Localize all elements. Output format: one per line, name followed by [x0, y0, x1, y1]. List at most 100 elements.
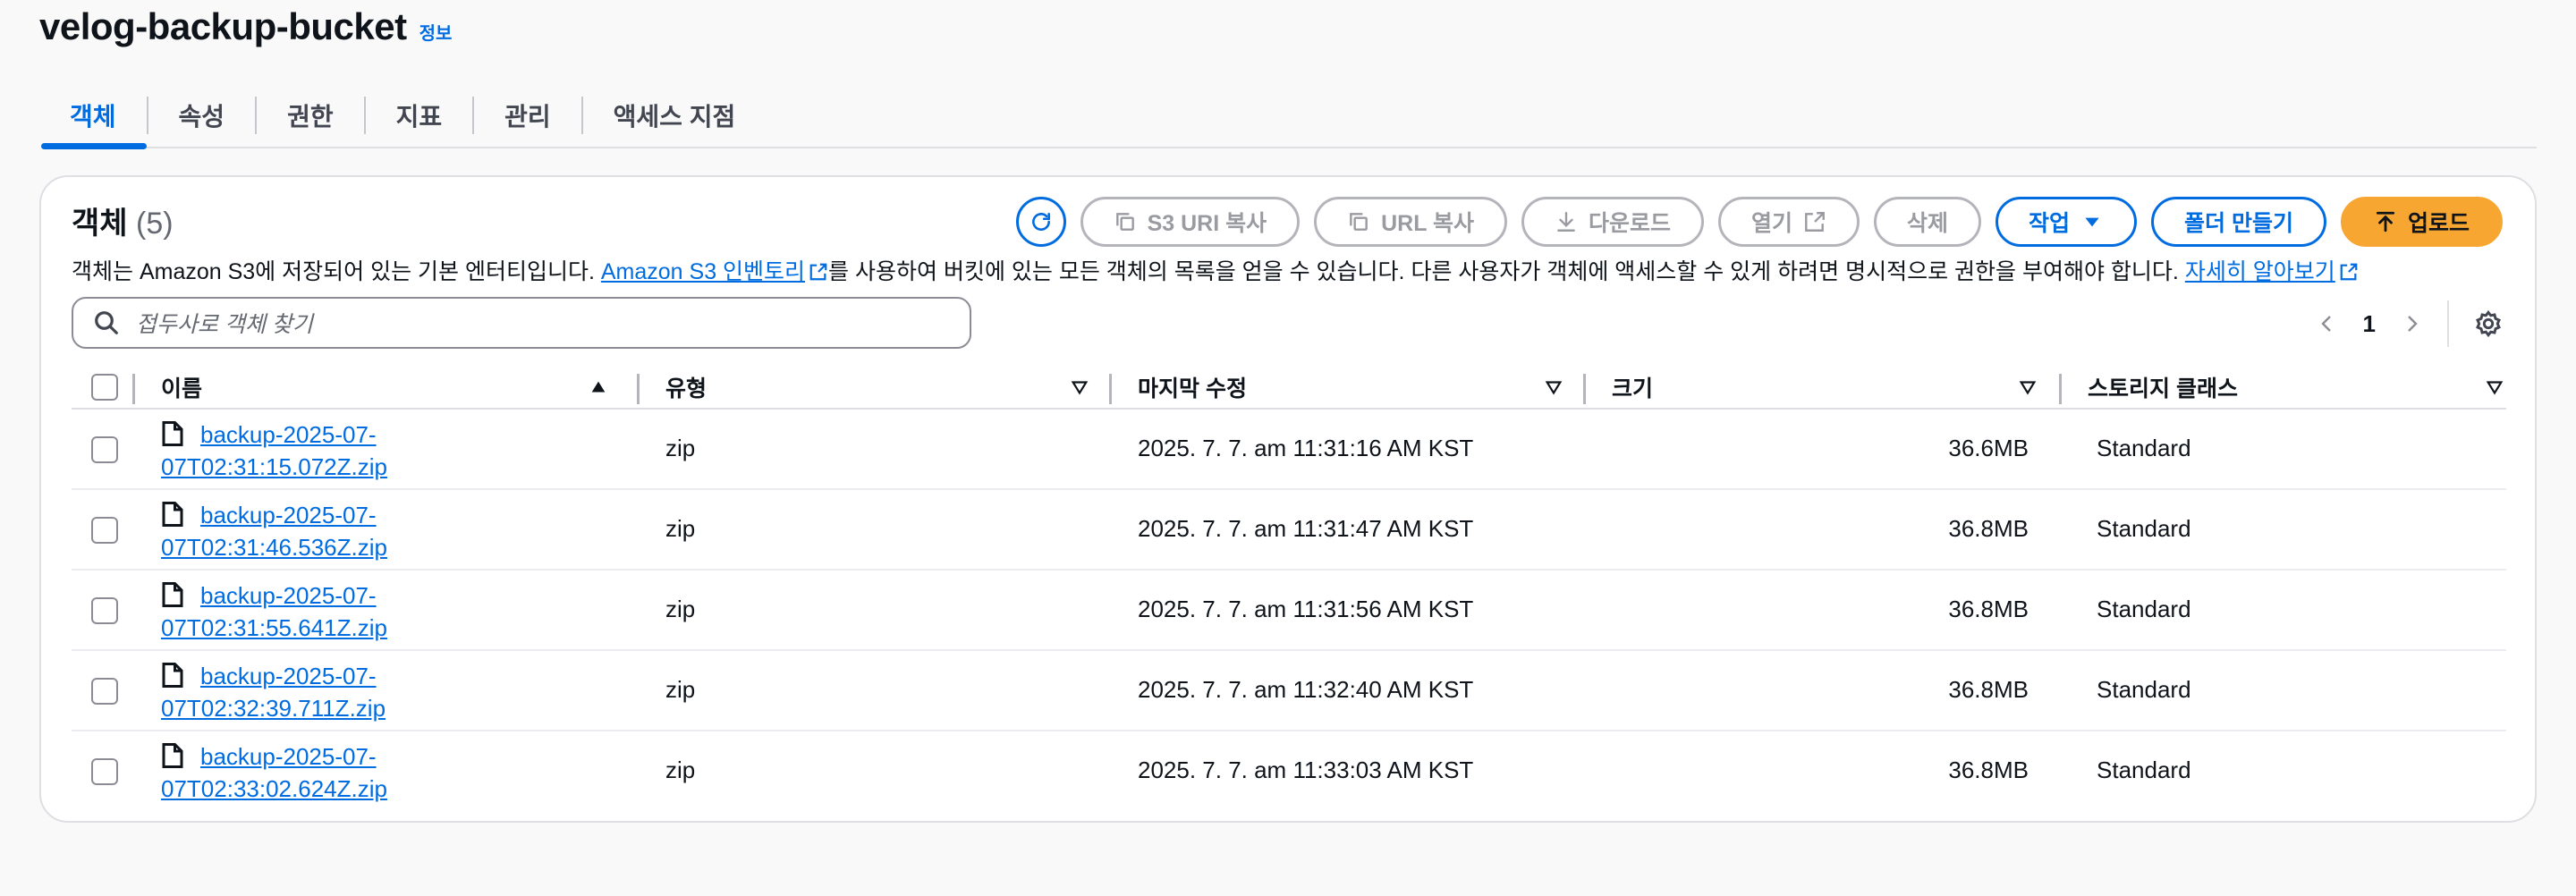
table-row: backup-2025-07- 07T02:31:46.536Z.zip zip…: [72, 490, 2506, 571]
header-type[interactable]: 유형: [635, 367, 1089, 408]
header-name[interactable]: 이름: [161, 367, 608, 408]
tab-properties[interactable]: 속성: [148, 84, 256, 147]
object-storage-class: Standard: [2097, 676, 2191, 703]
header-storage-label: 스토리지 클래스: [2088, 376, 2238, 402]
search-input[interactable]: 접두사로 객체 찾기: [72, 297, 971, 349]
object-last-modified: 2025. 7. 7. am 11:32:40 AM KST: [1138, 676, 1474, 703]
object-name-link[interactable]: backup-2025-07- 07T02:31:55.641Z.zip: [161, 579, 447, 644]
copy-icon: [1350, 213, 1368, 231]
sort-icon: [1071, 381, 1089, 395]
download-button[interactable]: 다운로드: [1521, 197, 1704, 247]
copy-icon: [1115, 213, 1134, 231]
header-name-label: 이름: [161, 376, 203, 402]
object-name-link[interactable]: backup-2025-07- 07T02:31:15.072Z.zip: [161, 418, 447, 483]
object-name-link[interactable]: backup-2025-07- 07T02:33:02.624Z.zip: [161, 740, 447, 805]
select-all-checkbox[interactable]: [91, 374, 118, 401]
external-link-icon: [2340, 263, 2358, 281]
open-button[interactable]: 열기: [1717, 197, 1860, 247]
upload-icon: [2376, 211, 2395, 232]
caret-down-icon: [2085, 217, 2099, 227]
object-size: 36.8MB: [1948, 757, 2029, 783]
object-name-line1: backup-2025-07-: [200, 663, 377, 689]
chevron-left-icon[interactable]: [2317, 313, 2338, 334]
row-checkbox[interactable]: [91, 678, 118, 705]
tab-permissions[interactable]: 권한: [257, 84, 364, 147]
object-name-line2: 07T02:32:39.711Z.zip: [161, 695, 386, 722]
download-label: 다운로드: [1588, 211, 1671, 236]
external-link-icon: [1805, 212, 1825, 232]
tab-access-points[interactable]: 액세스 지점: [583, 84, 767, 147]
search-placeholder: 접두사로 객체 찾기: [136, 312, 313, 337]
delete-label: 삭제: [1907, 211, 1949, 236]
copy-url-button[interactable]: URL 복사: [1314, 197, 1507, 247]
info-link[interactable]: 정보: [419, 19, 453, 45]
sort-icon: [1545, 381, 1563, 395]
header-type-label: 유형: [665, 376, 708, 402]
download-icon: [1557, 212, 1575, 232]
row-checkbox[interactable]: [91, 436, 118, 463]
learn-more-link[interactable]: 자세히 알아보기: [2185, 259, 2335, 284]
create-folder-button[interactable]: 폴더 만들기: [2151, 197, 2326, 247]
object-name-line1: backup-2025-07-: [200, 582, 377, 609]
objects-panel: 객체 (5) S3 URI 복사 URL 복사 다운로드 열기 삭제 작업 폴더…: [39, 175, 2537, 823]
object-type: zip: [665, 515, 696, 542]
pager-divider: [2447, 300, 2449, 347]
gear-icon[interactable]: [2474, 309, 2503, 338]
object-name-line1: backup-2025-07-: [200, 421, 377, 448]
copy-s3-uri-button[interactable]: S3 URI 복사: [1080, 197, 1301, 247]
object-type: zip: [665, 596, 696, 622]
refresh-button[interactable]: [1015, 197, 1066, 247]
row-checkbox[interactable]: [91, 758, 118, 785]
header-last-modified[interactable]: 마지막 수정: [1109, 367, 1563, 408]
header-modified-label: 마지막 수정: [1138, 376, 1247, 402]
row-checkbox[interactable]: [91, 597, 118, 624]
object-name-line2: 07T02:33:02.624Z.zip: [161, 775, 387, 802]
table-row: backup-2025-07- 07T02:33:02.624Z.zip zip…: [72, 731, 2506, 812]
header-size[interactable]: 크기: [1583, 367, 2038, 408]
pagination: 1: [2317, 300, 2503, 347]
tab-bar: 객체 속성 권한 지표 관리 액세스 지점: [41, 84, 2537, 149]
page-number[interactable]: 1: [2363, 310, 2376, 338]
chevron-right-icon[interactable]: [2401, 313, 2422, 334]
inventory-link[interactable]: Amazon S3 인벤토리: [601, 259, 805, 284]
object-name-line2: 07T02:31:46.536Z.zip: [161, 534, 387, 561]
tab-objects[interactable]: 객체: [41, 84, 147, 149]
object-name-link[interactable]: backup-2025-07- 07T02:31:46.536Z.zip: [161, 499, 447, 563]
column-divider: [132, 374, 135, 404]
object-storage-class: Standard: [2097, 435, 2191, 461]
header-size-label: 크기: [1612, 376, 1654, 402]
object-type: zip: [665, 757, 696, 783]
page-title: velog-backup-bucket: [39, 5, 407, 47]
object-size: 36.8MB: [1948, 515, 2029, 542]
tab-metrics[interactable]: 지표: [366, 84, 473, 147]
actions-dropdown-button[interactable]: 작업: [1996, 197, 2138, 247]
object-last-modified: 2025. 7. 7. am 11:33:03 AM KST: [1138, 757, 1474, 783]
table-row: backup-2025-07- 07T02:32:39.711Z.zip zip…: [72, 651, 2506, 731]
objects-heading-label: 객체: [72, 207, 128, 241]
upload-button[interactable]: 업로드: [2340, 197, 2503, 247]
object-name-link[interactable]: backup-2025-07- 07T02:32:39.711Z.zip: [161, 660, 447, 724]
copy-s3-uri-label: S3 URI 복사: [1147, 211, 1267, 236]
tab-management[interactable]: 관리: [474, 84, 581, 147]
copy-url-label: URL 복사: [1381, 211, 1474, 236]
object-size: 36.6MB: [1948, 435, 2029, 461]
object-type: zip: [665, 676, 696, 703]
table-body: backup-2025-07- 07T02:31:15.072Z.zip zip…: [72, 410, 2506, 812]
row-checkbox[interactable]: [91, 517, 118, 544]
table-header: 이름 유형 마지막 수정 크기 스토리지 클래스: [72, 367, 2506, 410]
sort-icon: [2019, 381, 2037, 395]
sort-icon: [2486, 381, 2504, 395]
object-storage-class: Standard: [2097, 596, 2191, 622]
object-type: zip: [665, 435, 696, 461]
object-storage-class: Standard: [2097, 757, 2191, 783]
object-last-modified: 2025. 7. 7. am 11:31:16 AM KST: [1138, 435, 1474, 461]
select-all-cell: [91, 367, 118, 408]
page-header: velog-backup-bucket 정보: [39, 5, 452, 48]
delete-button[interactable]: 삭제: [1874, 197, 1982, 247]
header-storage-class[interactable]: 스토리지 클래스: [2059, 367, 2504, 408]
objects-table: 이름 유형 마지막 수정 크기 스토리지 클래스 backup-2025-07-…: [72, 367, 2506, 812]
actions-label: 작업: [2029, 211, 2071, 236]
upload-label: 업로드: [2407, 211, 2470, 236]
search-icon: [95, 311, 118, 334]
open-label: 열기: [1750, 211, 1792, 236]
